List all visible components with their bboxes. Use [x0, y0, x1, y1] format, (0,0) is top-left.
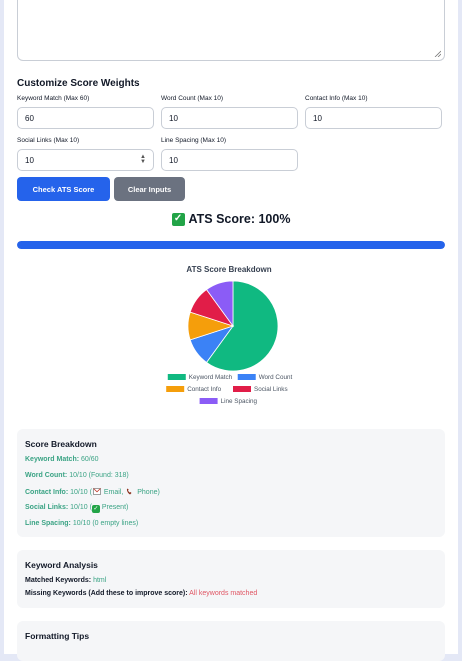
keyword-analysis-title: Keyword Analysis [25, 560, 98, 570]
keyword-match-label: Keyword Match (Max 60) [17, 95, 90, 102]
phone-text: Phone) [137, 489, 160, 496]
formatting-tips-panel: Formatting Tips [17, 621, 445, 661]
legend-swatch-keyword-match[interactable] [167, 374, 186, 380]
score-progress-fill [17, 241, 445, 249]
check-ats-score-button[interactable]: Check ATS Score [17, 177, 110, 201]
keyword-match-row: Keyword Match: 60/60 [25, 456, 99, 463]
social-links-value: 10 [25, 155, 34, 165]
keyword-analysis-panel: Keyword Analysis Matched Keywords: html … [17, 550, 445, 608]
clear-inputs-button[interactable]: Clear Inputs [114, 177, 185, 201]
social-links-row-suffix: Present) [101, 504, 129, 511]
missing-keywords-label: Missing Keywords (Add these to improve s… [25, 590, 188, 597]
score-breakdown-panel: Score Breakdown Keyword Match: 60/60 Wor… [17, 429, 445, 537]
word-count-row: Word Count: 10/10 (Found: 318) [25, 472, 129, 479]
word-count-input[interactable]: 10 [161, 107, 298, 129]
contact-info-row-prefix: 10/10 ( [70, 489, 92, 496]
ats-score-text: ATS Score: 100% [188, 212, 291, 226]
email-text: Email, [103, 489, 124, 496]
legend-swatch-contact-info[interactable] [166, 386, 185, 392]
score-breakdown-chart: ATS Score Breakdown Keyword Match Word Co… [144, 262, 314, 412]
phone-icon [127, 488, 132, 495]
social-links-row-prefix: 10/10 ( [70, 504, 92, 511]
resume-textarea[interactable] [17, 0, 445, 61]
social-links-input[interactable]: 10 ▲ ▼ [17, 149, 154, 171]
legend-label-word-count[interactable]: Word Count [259, 374, 293, 381]
keyword-match-row-label: Keyword Match: [25, 456, 80, 463]
word-count-row-value: 10/10 (Found: 318) [69, 472, 129, 479]
ats-checker-card: Customize Score Weights Keyword Match (M… [4, 0, 458, 661]
resize-grip-icon[interactable] [434, 50, 441, 57]
line-spacing-label: Line Spacing (Max 10) [161, 137, 227, 144]
line-spacing-input[interactable]: 10 [161, 149, 298, 171]
social-links-label: Social Links (Max 10) [17, 137, 80, 144]
legend-label-contact-info[interactable]: Contact Info [187, 386, 221, 393]
present-check-icon: ✓ [91, 505, 100, 513]
legend-label-social-links[interactable]: Social Links [254, 386, 288, 393]
contact-info-label: Contact Info (Max 10) [305, 95, 368, 102]
email-icon [93, 488, 101, 495]
chart-title: ATS Score Breakdown [186, 265, 271, 274]
score-breakdown-title: Score Breakdown [25, 439, 97, 449]
contact-info-input[interactable]: 10 [305, 107, 442, 129]
legend-swatch-social-links[interactable] [233, 386, 251, 392]
keyword-match-row-value: 60/60 [81, 456, 99, 463]
keyword-match-input[interactable]: 60 [17, 107, 154, 129]
stepper-arrows-icon[interactable]: ▲ ▼ [140, 154, 146, 165]
matched-keywords-value: html [93, 577, 107, 584]
formatting-tips-title: Formatting Tips [25, 631, 90, 641]
contact-info-row: Contact Info: 10/10 ( Email, Phone) [25, 488, 160, 496]
missing-keywords-value: All keywords matched [189, 590, 258, 597]
score-progress-bar [17, 241, 445, 249]
matched-keywords-row: Matched Keywords: html [25, 577, 106, 584]
social-links-row: Social Links: 10/10 (✓ Present) [25, 504, 128, 513]
ats-score-heading: ✓ ATS Score: 100% [4, 212, 458, 226]
check-mark-icon: ✓ [171, 212, 185, 226]
contact-info-row-label: Contact Info: [25, 489, 69, 496]
line-spacing-row-value: 10/10 (0 empty lines) [72, 520, 139, 527]
word-count-row-label: Word Count: [25, 472, 68, 479]
line-spacing-row-label: Line Spacing: [25, 520, 71, 527]
legend-swatch-line-spacing[interactable] [199, 398, 218, 404]
weights-title: Customize Score Weights [17, 78, 140, 89]
line-spacing-row: Line Spacing: 10/10 (0 empty lines) [25, 520, 138, 527]
legend-label-line-spacing[interactable]: Line Spacing [221, 398, 258, 405]
missing-keywords-row: Missing Keywords (Add these to improve s… [25, 590, 257, 597]
word-count-label: Word Count (Max 10) [161, 95, 224, 102]
matched-keywords-label: Matched Keywords: [25, 577, 92, 584]
legend-label-keyword-match[interactable]: Keyword Match [189, 374, 233, 381]
social-links-row-label: Social Links: [25, 504, 69, 511]
legend-swatch-word-count[interactable] [237, 374, 256, 380]
